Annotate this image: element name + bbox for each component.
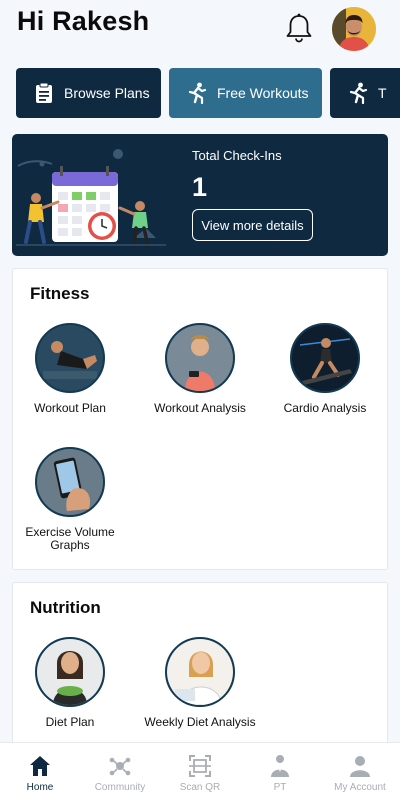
tab-free-workouts[interactable]: Free Workouts — [169, 68, 322, 118]
nav-scan-qr-label: Scan QR — [179, 782, 221, 793]
nutrition-title: Nutrition — [30, 598, 101, 617]
fitness-item-workout-analysis[interactable]: Workout Analysis — [138, 323, 262, 415]
checkin-banner: Total Check-Ins 1 View more details — [12, 134, 388, 256]
bottom-navigation: Home Community Scan QR PT My Account — [0, 742, 400, 800]
checkin-count: 1 — [192, 172, 208, 202]
clipboard-icon — [36, 82, 52, 103]
nav-home-label: Home — [26, 782, 54, 793]
greeting-title: Hi Rakesh — [17, 6, 150, 36]
nav-scan-qr[interactable]: Scan QR — [160, 743, 240, 800]
diet-plan-image — [35, 637, 105, 707]
quick-action-tabs: Browse Plans Free Workouts T — [0, 68, 400, 120]
exercise-volume-graphs-image — [35, 447, 105, 517]
weekly-diet-analysis-image — [165, 637, 235, 707]
nutrition-item-label: Weekly Diet Analysis — [144, 715, 256, 729]
nutrition-item-label: Diet Plan — [45, 715, 95, 729]
scan-qr-icon — [189, 755, 211, 777]
fitness-item-workout-plan[interactable]: Workout Plan — [8, 323, 132, 415]
home-icon — [30, 756, 50, 776]
fitness-section: Fitness Workout Plan Workout Analysis Ca… — [12, 268, 388, 570]
tab-free-workouts-label: Free Workouts — [217, 85, 309, 101]
fitness-item-label: Workout Analysis — [154, 401, 246, 415]
calendar-illustration — [16, 149, 166, 248]
nav-community[interactable]: Community — [80, 743, 160, 800]
bell-icon[interactable] — [284, 12, 314, 44]
running-person-icon — [188, 82, 207, 104]
fitness-item-label: Cardio Analysis — [283, 401, 367, 415]
view-more-details-button[interactable]: View more details — [192, 209, 313, 241]
tab-browse-plans-label: Browse Plans — [64, 85, 150, 101]
fitness-item-cardio-analysis[interactable]: Cardio Analysis — [263, 323, 387, 415]
nav-community-label: Community — [94, 782, 146, 793]
fitness-title: Fitness — [30, 284, 90, 303]
nav-home[interactable]: Home — [0, 743, 80, 800]
checkin-label: Total Check-Ins — [192, 148, 282, 163]
cardio-analysis-image — [290, 323, 360, 393]
nutrition-item-diet-plan[interactable]: Diet Plan — [8, 637, 132, 729]
tab-third-label: T — [378, 85, 387, 101]
avatar[interactable] — [332, 7, 376, 51]
nutrition-item-weekly-diet-analysis[interactable]: Weekly Diet Analysis — [138, 637, 262, 729]
user-icon — [350, 756, 370, 777]
workout-plan-image — [35, 323, 105, 393]
tab-browse-plans[interactable]: Browse Plans — [16, 68, 161, 118]
fitness-item-label: Workout Plan — [34, 401, 106, 415]
workout-analysis-image — [165, 323, 235, 393]
header: Hi Rakesh — [0, 0, 400, 56]
nav-pt[interactable]: PT — [240, 743, 320, 800]
nutrition-section: Nutrition Diet Plan Weekly Diet Analysis — [12, 582, 388, 752]
nav-pt-label: PT — [273, 782, 287, 793]
community-icon — [109, 757, 131, 776]
running-person-icon — [349, 82, 368, 104]
nav-my-account-label: My Account — [334, 782, 386, 793]
fitness-item-exercise-volume-graphs[interactable]: Exercise Volume Graphs — [8, 447, 132, 552]
fitness-item-label: Exercise Volume Graphs — [25, 525, 115, 552]
tab-third[interactable]: T — [330, 68, 400, 118]
trainer-icon — [271, 755, 289, 777]
nav-my-account[interactable]: My Account — [320, 743, 400, 800]
